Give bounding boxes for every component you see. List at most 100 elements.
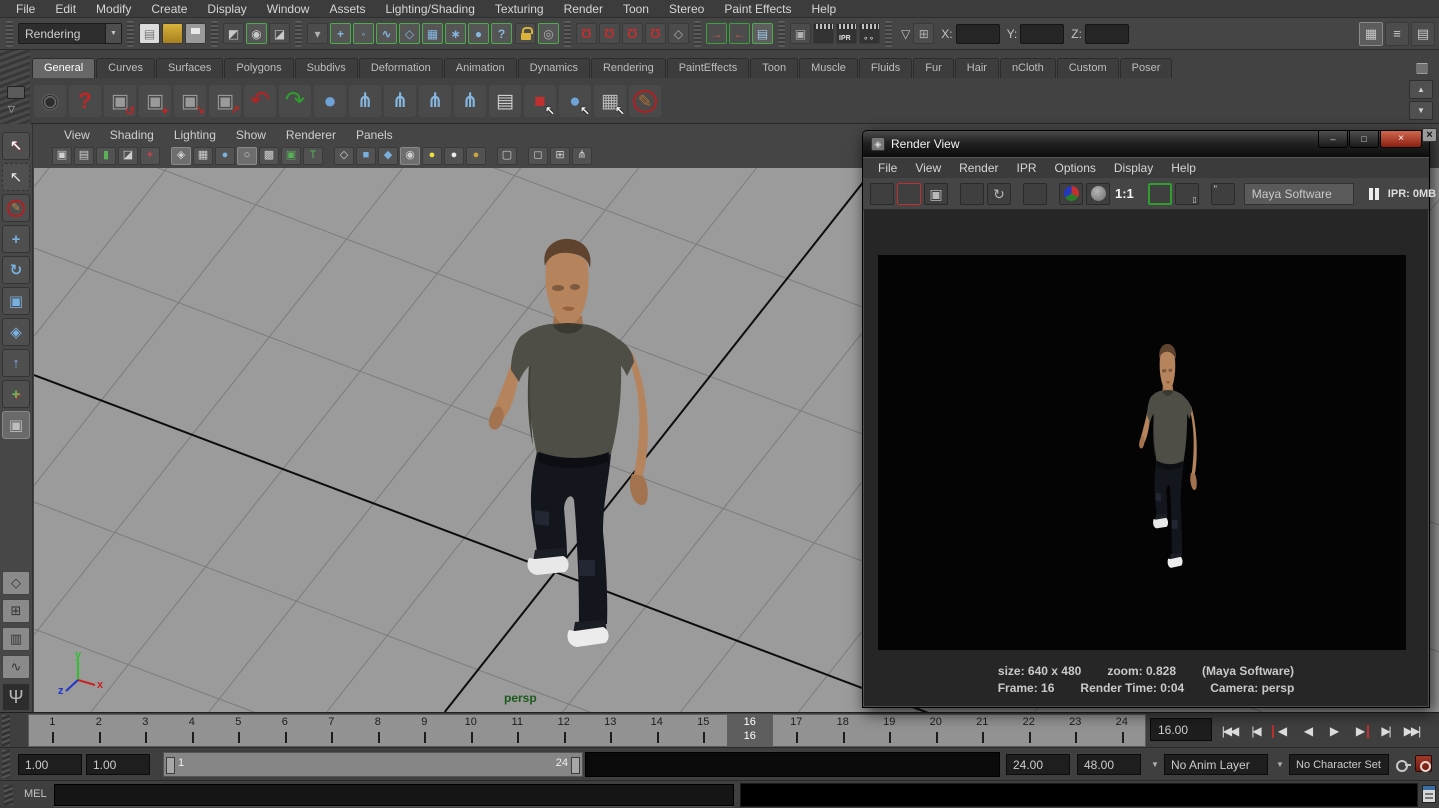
lasso-tool[interactable]: ↖ (2, 163, 30, 191)
rgb-channels-icon[interactable] (1059, 183, 1083, 205)
timeline-frame[interactable]: 2323 (1052, 715, 1099, 746)
ipr-render-icon[interactable] (836, 23, 857, 44)
close-button[interactable]: × (1380, 131, 1422, 148)
open-scene-icon[interactable] (162, 23, 183, 44)
menu-toon[interactable]: Toon (613, 0, 659, 18)
select-curves-icon[interactable]: ∿ (376, 23, 397, 44)
shadows-icon[interactable]: ● (466, 147, 486, 165)
timeline-frame[interactable]: 1919 (866, 715, 913, 746)
viewport-menu-view[interactable]: View (54, 126, 100, 144)
playback-end-field[interactable]: 24.00 (1006, 754, 1070, 775)
timeline-frame[interactable]: 1010 (448, 715, 495, 746)
camera-zoom-icon[interactable]: ▣ (209, 85, 241, 117)
drag-handle[interactable] (564, 21, 571, 47)
last-tool-used[interactable]: ▣ (2, 411, 30, 439)
highlight-selection-icon[interactable]: ◎ (538, 23, 559, 44)
shelf-tab-custom[interactable]: Custom (1057, 58, 1119, 78)
timeline-frame[interactable]: 44 (169, 715, 216, 746)
drag-handle[interactable] (2, 750, 10, 778)
shelf-tab-animation[interactable]: Animation (444, 58, 517, 78)
film-gate-icon[interactable]: ▦ (193, 147, 213, 165)
x-input[interactable] (956, 24, 1000, 44)
pan-zoom-icon[interactable]: + (140, 147, 160, 165)
paint-selection-tool[interactable]: ✎ (2, 194, 30, 222)
select-object-icon[interactable]: ◉ (246, 23, 267, 44)
shelf-tab-subdivs[interactable]: Subdivs (295, 58, 358, 78)
shelf-tab-muscle[interactable]: Muscle (799, 58, 858, 78)
step-forward-frame-button[interactable]: ▶ (1347, 719, 1372, 743)
shelf-tab-curves[interactable]: Curves (96, 58, 155, 78)
select-miscellaneous-icon[interactable]: ? (491, 23, 512, 44)
delete-unused-icon[interactable]: ● (314, 85, 346, 117)
anim-layer-selector[interactable]: No Anim Layer (1164, 754, 1268, 775)
shelf-tab-dynamics[interactable]: Dynamics (518, 58, 590, 78)
render-view-menu-help[interactable]: Help (1162, 161, 1205, 175)
current-time-field[interactable]: 16.00 (1150, 718, 1212, 741)
animation-range-track[interactable] (585, 752, 1000, 777)
step-back-key-button[interactable]: |◀ (1243, 719, 1268, 743)
character-set-menu-icon[interactable]: ▼ (1276, 760, 1284, 769)
timeline-frame[interactable]: 2222 (1006, 715, 1053, 746)
joint-chain-icon-3[interactable]: ⋔ (419, 85, 451, 117)
region-render-icon[interactable] (1023, 183, 1047, 205)
y-input[interactable] (1020, 24, 1064, 44)
menu-edit[interactable]: Edit (45, 0, 86, 18)
viewport-menu-panels[interactable]: Panels (346, 126, 403, 144)
step-back-frame-button[interactable]: ◀ (1269, 719, 1294, 743)
ipr-render-icon[interactable] (960, 183, 984, 205)
open-render-view-icon[interactable]: ▣ (790, 23, 811, 44)
animation-start-field[interactable]: 1.00 (18, 754, 82, 775)
display-real-size-icon[interactable]: 1:1 (1113, 183, 1136, 205)
tool-settings-icon[interactable]: ≡ (1385, 22, 1409, 46)
alpha-channel-icon[interactable] (1086, 183, 1110, 205)
render-view-menu-render[interactable]: Render (950, 161, 1007, 175)
safe-title-icon[interactable]: T (303, 147, 323, 165)
shelf-tab-poser[interactable]: Poser (1120, 58, 1173, 78)
shelf-tab-deformation[interactable]: Deformation (359, 58, 443, 78)
drag-handle[interactable] (4, 785, 13, 805)
output-connections-icon[interactable]: ← (729, 23, 750, 44)
snap-to-curves-icon[interactable]: Ω (599, 23, 620, 44)
share-panel-icon[interactable]: ⋔ (572, 147, 592, 165)
drag-handle[interactable] (295, 21, 302, 47)
menu-window[interactable]: Window (257, 0, 320, 18)
rendered-image[interactable] (878, 255, 1406, 650)
select-dynamics-icon[interactable]: ∗ (445, 23, 466, 44)
editor-window-icon[interactable]: ▤ (489, 85, 521, 117)
background-close-icon[interactable]: × (1422, 128, 1437, 142)
playback-start-field[interactable]: 1.00 (86, 754, 150, 775)
timeline-frame[interactable]: 2020 (913, 715, 960, 746)
wireframe-on-shaded-icon[interactable]: ◆ (378, 147, 398, 165)
select-rendering-icon[interactable]: ● (468, 23, 489, 44)
shelf-tab-toon[interactable]: Toon (750, 58, 798, 78)
drag-handle[interactable] (6, 21, 13, 47)
render-current-frame-icon[interactable] (813, 23, 834, 44)
viewport-menu-shading[interactable]: Shading (100, 126, 164, 144)
new-scene-icon[interactable]: ▤ (139, 23, 160, 44)
snapshot-icon[interactable]: ▣ (924, 183, 948, 205)
character-model[interactable] (461, 230, 676, 660)
field-chart-icon[interactable]: ▩ (259, 147, 279, 165)
menu-file[interactable]: File (6, 0, 45, 18)
paint-effects-brush-icon[interactable]: ✎ (629, 85, 661, 117)
lock-selection-icon[interactable] (515, 23, 536, 44)
channel-box-icon[interactable]: ▤ (1411, 22, 1435, 46)
select-points-icon[interactable]: + (330, 23, 351, 44)
save-scene-icon[interactable] (185, 23, 206, 44)
open-script-icon[interactable] (1211, 183, 1235, 205)
snap-to-view-planes-icon[interactable]: Ω (645, 23, 666, 44)
rotate-tool[interactable]: ↻ (2, 256, 30, 284)
render-view-menu-file[interactable]: File (869, 161, 906, 175)
drag-handle[interactable] (211, 21, 218, 47)
timeline-frame[interactable]: 2424 (1099, 715, 1146, 746)
camera-track-icon[interactable]: ▣ (139, 85, 171, 117)
timeline-frame[interactable]: 55 (215, 715, 262, 746)
persp-outliner-layout-button[interactable]: ▥ (2, 627, 30, 651)
timeline-frame[interactable]: 33 (122, 715, 169, 746)
shelf-tab-rendering[interactable]: Rendering (591, 58, 666, 78)
select-hierarchy-icon[interactable]: ◩ (223, 23, 244, 44)
drag-handle[interactable] (2, 715, 10, 746)
shelf-tab-surfaces[interactable]: Surfaces (156, 58, 223, 78)
universal-manipulator-tool[interactable]: ◈ (2, 318, 30, 346)
animation-end-field[interactable]: 48.00 (1077, 754, 1141, 775)
